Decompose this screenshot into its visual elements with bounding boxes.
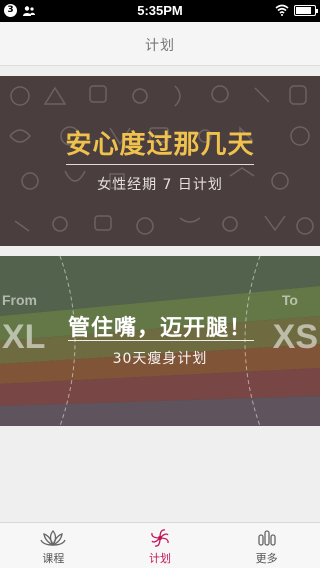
- plan-banner-slimming[interactable]: From XL To XS 管住嘴，迈开腿！ 30天瘦身计划: [0, 256, 320, 426]
- doodle-pattern: [9, 85, 314, 235]
- tab-plan[interactable]: 计划: [107, 523, 214, 568]
- tab-more[interactable]: 更多: [213, 523, 320, 568]
- status-time: 5:35PM: [137, 3, 183, 18]
- battery-fill: [296, 6, 312, 14]
- status-bar: 3 5:35PM: [0, 0, 320, 22]
- tab-label: 更多: [255, 552, 278, 565]
- to-label: To: [281, 292, 298, 308]
- page-title: 计划: [145, 38, 175, 54]
- banner-subtitle: 30天瘦身计划: [112, 351, 208, 367]
- lotus-icon: [40, 529, 66, 547]
- nav-header: 计划: [0, 22, 320, 66]
- banner-title: 安心度过那几天: [65, 130, 255, 160]
- tab-label: 课程: [42, 552, 65, 565]
- pinwheel-icon: [151, 529, 169, 547]
- from-label: From: [2, 292, 37, 308]
- plan-banner-period[interactable]: 安心度过那几天 女性经期 7 日计划: [0, 76, 320, 246]
- banner-divider: [66, 164, 254, 165]
- tab-label: 计划: [149, 552, 171, 565]
- tab-bar: 课程 计划 更多: [0, 522, 320, 568]
- more-icon: [258, 530, 276, 546]
- status-right: [275, 4, 318, 16]
- tab-courses[interactable]: 课程: [0, 523, 107, 568]
- banner-divider: [68, 340, 254, 341]
- banner-title: 管住嘴，迈开腿！: [67, 316, 252, 341]
- banner-subtitle: 女性经期 7 日计划: [97, 177, 223, 193]
- wifi-icon: [275, 4, 289, 16]
- battery-icon: [294, 4, 318, 16]
